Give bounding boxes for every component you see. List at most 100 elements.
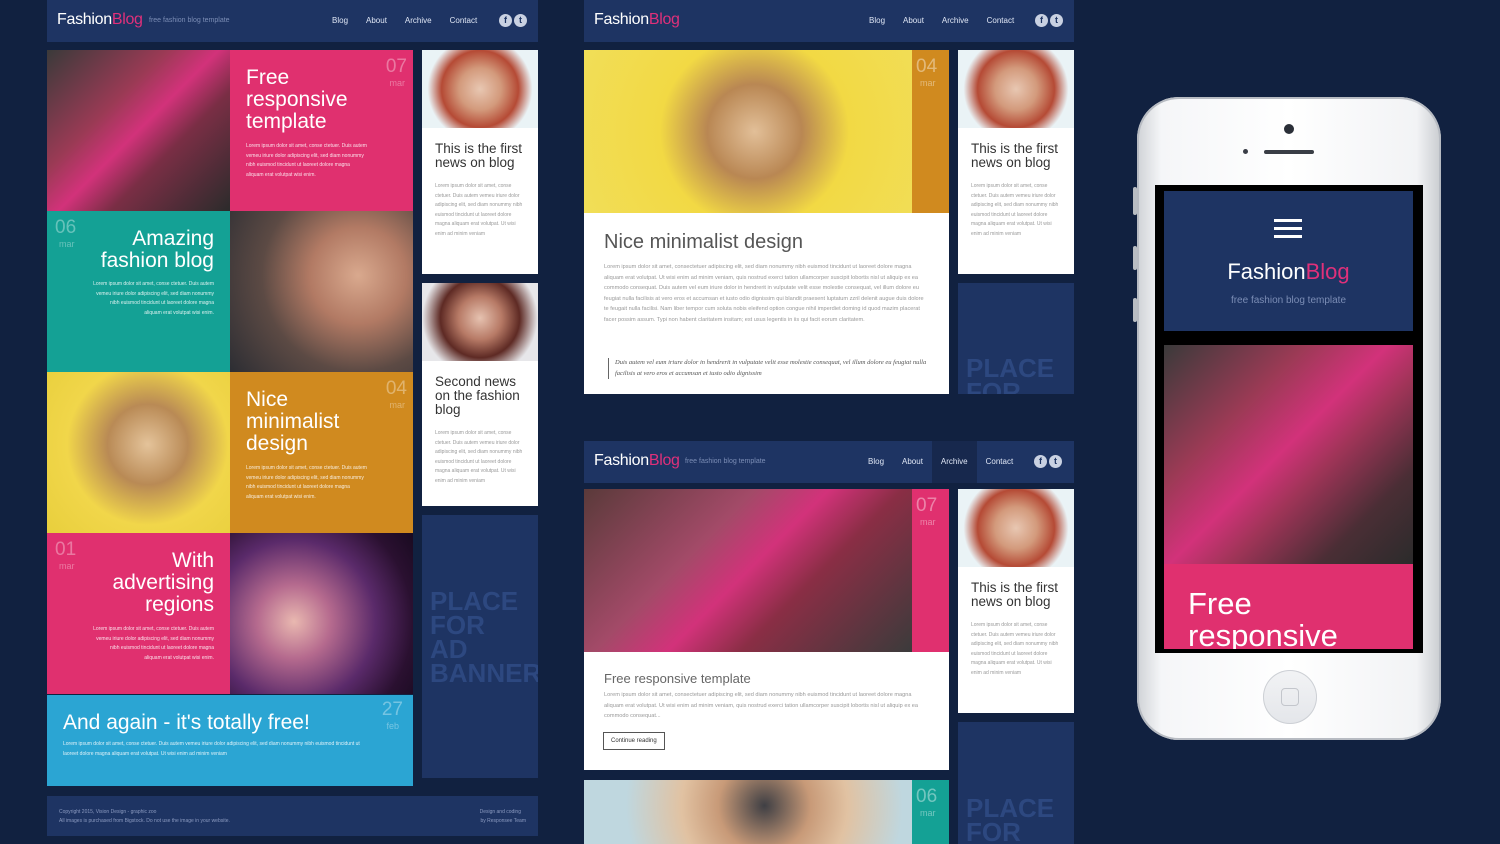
tile-advertising[interactable]: With advertising regions 01 mar Lorem ip… (47, 533, 230, 694)
phone-home-square (1281, 688, 1299, 706)
phone-side-button (1133, 298, 1137, 322)
card-photo (422, 50, 538, 128)
article-quote: Duis autem vel eum iriure dolor in hendr… (608, 358, 933, 379)
card-title: This is the first news on blog (971, 580, 1059, 609)
footer-images-note: All images is purchased from Bigstock. D… (59, 818, 230, 824)
card-title: Second news on the fashion blog (435, 374, 520, 417)
article-text: Lorem ipsum dolor sit amet, consectetuer… (604, 264, 924, 323)
tile-excerpt: Lorem ipsum dolor sit amet, conse ctetue… (246, 143, 367, 178)
tile-day: 07 (385, 56, 407, 77)
social-links: f t (499, 14, 527, 27)
tile-month: mar (59, 239, 75, 249)
tile-free-template[interactable]: Free responsive template 07 mar Lorem ip… (230, 50, 413, 211)
phone-sensor (1243, 149, 1248, 154)
post-body: Free responsive template Lorem ipsum dol… (584, 652, 949, 770)
card-excerpt: Lorem ipsum dolor sit amet, conse ctetue… (435, 430, 523, 484)
twitter-icon[interactable]: t (1050, 14, 1063, 27)
main-nav: Blog About Archive Contact (859, 441, 1022, 483)
photo-pink-clutch[interactable] (47, 50, 230, 211)
facebook-icon[interactable]: f (499, 14, 512, 27)
nav-blog[interactable]: Blog (859, 441, 893, 483)
post-month: mar (920, 517, 936, 527)
footer-credit[interactable]: by Responsee Team (481, 818, 527, 824)
facebook-icon[interactable]: f (1034, 455, 1047, 468)
ad-banner-placeholder[interactable]: PLACE FOR (958, 283, 1074, 394)
card-excerpt: Lorem ipsum dolor sit amet, conse ctetue… (971, 183, 1059, 237)
tile-excerpt: Lorem ipsum dolor sit amet, conse ctetue… (93, 626, 214, 661)
phone-hero-title: Free responsive (1188, 586, 1338, 650)
tile-month: mar (59, 561, 75, 571)
card-photo (958, 50, 1074, 128)
post-header: FashionBlog free fashion blog template B… (584, 441, 1074, 483)
news-card-second[interactable]: Second news on the fashion blog Lorem ip… (422, 283, 538, 506)
tile-minimalist[interactable]: Nice minimalist design 04 mar Lorem ipsu… (230, 372, 413, 533)
nav-about[interactable]: About (357, 0, 396, 42)
tile-totally-free[interactable]: And again - it's totally free! 27 feb Lo… (47, 695, 413, 786)
photo-sunglasses-woman[interactable] (230, 211, 413, 372)
phone-camera (1284, 124, 1294, 134)
photo-purple-makeup[interactable] (230, 533, 413, 694)
twitter-icon[interactable]: t (1049, 455, 1062, 468)
social-links: f t (1035, 14, 1063, 27)
nav-blog[interactable]: Blog (323, 0, 357, 42)
nav-contact[interactable]: Contact (977, 441, 1023, 483)
article-hero-photo (584, 50, 912, 213)
facebook-icon[interactable]: f (1035, 14, 1048, 27)
footer: Copyright 2015, Vision Design - graphic … (47, 796, 538, 836)
logo[interactable]: FashionBlog (594, 452, 680, 470)
nav-contact[interactable]: Contact (978, 0, 1024, 42)
card-photo (958, 489, 1074, 567)
article-day: 04 (916, 56, 938, 77)
left-header: FashionBlog free fashion blog template B… (47, 0, 538, 42)
hamburger-menu-icon[interactable] (1274, 219, 1302, 239)
news-card-first[interactable]: This is the first news on blog Lorem ips… (958, 50, 1074, 274)
footer-copyright: Copyright 2015, Vision Design - graphic … (59, 809, 157, 815)
tile-month: feb (386, 721, 399, 731)
tile-day: 04 (385, 378, 407, 399)
nav-contact[interactable]: Contact (441, 0, 487, 42)
logo[interactable]: FashionBlog (57, 11, 143, 29)
photo-glasses-woman[interactable] (47, 372, 230, 533)
article-header: FashionBlog Blog About Archive Contact f… (584, 0, 1074, 42)
tile-title: Nice minimalist design (246, 388, 340, 455)
post-date: 07 mar (912, 489, 949, 652)
logo[interactable]: FashionBlog (594, 11, 680, 29)
nav-archive[interactable]: Archive (933, 0, 978, 42)
ad-text: PLACE FOR AD BANNER (430, 586, 538, 688)
news-card-first[interactable]: This is the first news on blog Lorem ips… (958, 489, 1074, 713)
social-links: f t (1034, 455, 1062, 468)
tagline: free fashion blog template (685, 458, 766, 465)
continue-reading-button[interactable]: Continue reading (603, 732, 665, 750)
post2-date: 06 mar (912, 780, 949, 844)
tile-title: With advertising regions (112, 549, 214, 616)
ad-banner-placeholder[interactable]: PLACE FOR (958, 722, 1074, 844)
news-card-first[interactable]: This is the first news on blog Lorem ips… (422, 50, 538, 274)
article-body: Nice minimalist design Lorem ipsum dolor… (584, 213, 949, 394)
tile-title: Free responsive template (246, 66, 348, 133)
article-month: mar (920, 78, 936, 88)
card-title: This is the first news on blog (435, 141, 523, 170)
ad-text: PLACE FOR (966, 793, 1055, 844)
main-nav: Blog About Archive Contact (860, 0, 1023, 42)
phone-side-button (1133, 246, 1137, 270)
nav-archive[interactable]: Archive (396, 0, 441, 42)
nav-blog[interactable]: Blog (860, 0, 894, 42)
wide-tile-title: And again - it's totally free! (63, 711, 310, 734)
tile-day: 27 (381, 699, 403, 720)
tile-title: Amazing fashion blog (100, 227, 214, 272)
tile-excerpt: Lorem ipsum dolor sit amet, conse ctetue… (93, 281, 214, 316)
tile-amazing-blog[interactable]: Amazing fashion blog 06 mar Lorem ipsum … (47, 211, 230, 372)
nav-about[interactable]: About (893, 441, 932, 483)
post2-month: mar (920, 808, 936, 818)
nav-about[interactable]: About (894, 0, 933, 42)
post-hero-photo (584, 489, 912, 652)
nav-archive[interactable]: Archive (931, 441, 977, 483)
phone-logo[interactable]: FashionBlog (1164, 259, 1413, 285)
phone-side-button (1133, 187, 1137, 215)
main-nav: Blog About Archive Contact (323, 0, 486, 42)
twitter-icon[interactable]: t (514, 14, 527, 27)
phone-speaker (1264, 150, 1314, 154)
phone-hero-tile[interactable]: Free responsive (1164, 564, 1413, 649)
ad-banner-placeholder[interactable]: PLACE FOR AD BANNER (422, 515, 538, 778)
tile-month: mar (389, 400, 406, 410)
